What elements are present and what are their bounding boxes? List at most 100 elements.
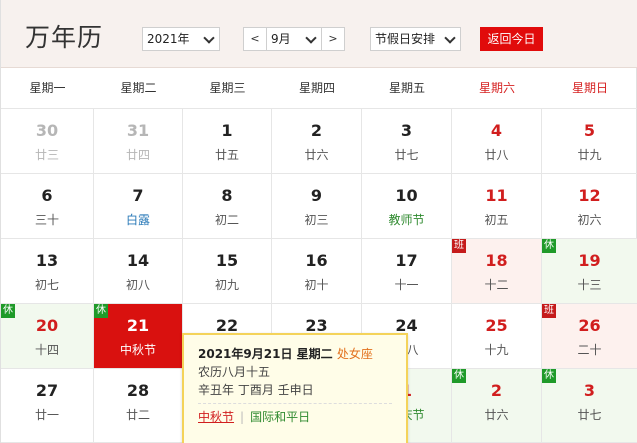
day-cell[interactable]: 8 初二 bbox=[183, 174, 272, 239]
weekday-label: 星期一 bbox=[29, 81, 66, 95]
popup-ganzhi: 辛丑年 丁酉月 壬申日 bbox=[198, 383, 314, 397]
day-cell[interactable]: 15 初九 bbox=[183, 239, 272, 304]
year-select-value: 2021年 bbox=[147, 32, 190, 46]
lunar-label: 十三 bbox=[577, 278, 602, 292]
day-number: 2 bbox=[490, 381, 503, 400]
calendar-widget: 万年历 2021年 < 9月 > 节假日安排 返回今日 星期一 星期二 星期三 … bbox=[0, 0, 637, 443]
day-cell[interactable]: 3 廿七 bbox=[362, 109, 452, 174]
day-number: 19 bbox=[578, 251, 601, 270]
day-cell[interactable]: 休 19 十三 bbox=[542, 239, 637, 304]
day-cell[interactable]: 休 3 廿七 bbox=[542, 369, 637, 443]
day-cell[interactable]: 13 初七 bbox=[1, 239, 94, 304]
chevron-down-icon bbox=[203, 32, 215, 44]
day-number: 25 bbox=[485, 316, 508, 335]
lunar-label: 白露 bbox=[125, 213, 150, 227]
holiday-select[interactable]: 节假日安排 bbox=[370, 27, 461, 51]
popup-festival-link[interactable]: 国际和平日 bbox=[250, 410, 310, 424]
day-cell[interactable]: 14 初八 bbox=[94, 239, 183, 304]
day-number: 15 bbox=[215, 251, 239, 270]
chevron-down-icon bbox=[305, 32, 317, 44]
lunar-label: 初三 bbox=[304, 213, 329, 227]
lunar-label: 十二 bbox=[484, 278, 509, 292]
lunar-label: 十九 bbox=[484, 343, 509, 357]
month-select[interactable]: 9月 bbox=[266, 27, 322, 51]
lunar-label: 初六 bbox=[577, 213, 602, 227]
day-cell[interactable]: 5 廿九 bbox=[542, 109, 637, 174]
day-number: 20 bbox=[35, 316, 59, 335]
day-number: 5 bbox=[583, 121, 596, 140]
day-cell[interactable]: 班 18 十二 bbox=[452, 239, 542, 304]
year-select[interactable]: 2021年 bbox=[142, 27, 220, 51]
lunar-label: 廿九 bbox=[577, 148, 602, 162]
lunar-label: 初七 bbox=[34, 278, 59, 292]
lunar-label: 初八 bbox=[125, 278, 150, 292]
day-number: 27 bbox=[35, 381, 59, 400]
day-number: 30 bbox=[35, 121, 59, 140]
day-cell[interactable]: 6 三十 bbox=[1, 174, 94, 239]
popup-date: 2021年9月21日 星期二 bbox=[198, 347, 333, 361]
next-month-button[interactable]: > bbox=[321, 27, 345, 51]
lunar-label: 初五 bbox=[484, 213, 509, 227]
weekday-label: 星期三 bbox=[209, 81, 246, 95]
day-cell[interactable]: 4 廿八 bbox=[452, 109, 542, 174]
lunar-label: 廿四 bbox=[125, 148, 150, 162]
day-number: 26 bbox=[578, 316, 601, 335]
day-number: 31 bbox=[126, 121, 150, 140]
day-number: 16 bbox=[305, 251, 328, 270]
prev-month-button[interactable]: < bbox=[243, 27, 267, 51]
lunar-label: 二十 bbox=[577, 343, 602, 357]
day-cell[interactable]: 休 2 廿六 bbox=[452, 369, 542, 443]
day-number: 3 bbox=[583, 381, 596, 400]
day-cell[interactable]: 25 十九 bbox=[452, 304, 542, 369]
day-cell[interactable]: 12 初六 bbox=[542, 174, 637, 239]
weekday-header: 星期一 星期二 星期三 星期四 星期五 星期六 星期日 bbox=[1, 68, 637, 109]
day-number: 2 bbox=[310, 121, 323, 140]
lunar-label: 廿八 bbox=[484, 148, 509, 162]
weekday-label: 星期五 bbox=[388, 81, 425, 95]
day-cell[interactable]: 休 21 中秋节 bbox=[94, 304, 183, 369]
lunar-label: 十四 bbox=[34, 343, 59, 357]
day-number: 8 bbox=[221, 186, 233, 205]
popup-separator: | bbox=[240, 410, 245, 424]
holiday-select-value: 节假日安排 bbox=[375, 32, 436, 46]
day-cell[interactable]: 17 十一 bbox=[362, 239, 452, 304]
popup-festival-link[interactable]: 中秋节 bbox=[198, 410, 234, 424]
lunar-label: 初十 bbox=[304, 278, 329, 292]
lunar-label: 廿一 bbox=[34, 408, 59, 422]
day-detail-popup: 2021年9月21日 星期二 处女座 农历八月十五 辛丑年 丁酉月 壬申日 中秋… bbox=[182, 333, 408, 443]
lunar-label: 廿七 bbox=[577, 408, 602, 422]
weekday-label: 星期二 bbox=[120, 81, 157, 95]
day-cell[interactable]: 2 廿六 bbox=[272, 109, 362, 174]
lunar-label: 廿七 bbox=[394, 148, 419, 162]
day-cell[interactable]: 28 廿二 bbox=[94, 369, 183, 443]
lunar-label: 三十 bbox=[34, 213, 59, 227]
day-number: 12 bbox=[578, 186, 601, 205]
day-cell[interactable]: 休 20 十四 bbox=[1, 304, 94, 369]
day-cell[interactable]: 30 廿三 bbox=[1, 109, 94, 174]
calendar-header: 万年历 2021年 < 9月 > 节假日安排 返回今日 bbox=[1, 0, 637, 68]
lunar-label: 廿三 bbox=[34, 148, 59, 162]
lunar-label: 初九 bbox=[214, 278, 239, 292]
day-number: 13 bbox=[35, 251, 59, 270]
chevron-down-icon bbox=[444, 32, 456, 44]
day-cell[interactable]: 7 白露 bbox=[94, 174, 183, 239]
day-cell[interactable]: 班 26 二十 bbox=[542, 304, 637, 369]
lunar-label: 初二 bbox=[214, 213, 239, 227]
day-number: 6 bbox=[41, 186, 53, 205]
day-cell[interactable]: 10 教师节 bbox=[362, 174, 452, 239]
back-to-today-button[interactable]: 返回今日 bbox=[480, 27, 543, 51]
day-cell[interactable]: 9 初三 bbox=[272, 174, 362, 239]
day-number: 4 bbox=[490, 121, 503, 140]
day-number: 11 bbox=[485, 186, 508, 205]
day-cell[interactable]: 27 廿一 bbox=[1, 369, 94, 443]
day-cell[interactable]: 16 初十 bbox=[272, 239, 362, 304]
day-cell[interactable]: 1 廿五 bbox=[183, 109, 272, 174]
day-cell[interactable]: 11 初五 bbox=[452, 174, 542, 239]
day-number: 28 bbox=[126, 381, 150, 400]
lunar-label: 廿六 bbox=[304, 148, 329, 162]
lunar-label: 廿六 bbox=[484, 408, 509, 422]
lunar-label: 十一 bbox=[394, 278, 419, 292]
lunar-label: 廿二 bbox=[125, 408, 150, 422]
day-number: 17 bbox=[395, 251, 418, 270]
day-cell[interactable]: 31 廿四 bbox=[94, 109, 183, 174]
